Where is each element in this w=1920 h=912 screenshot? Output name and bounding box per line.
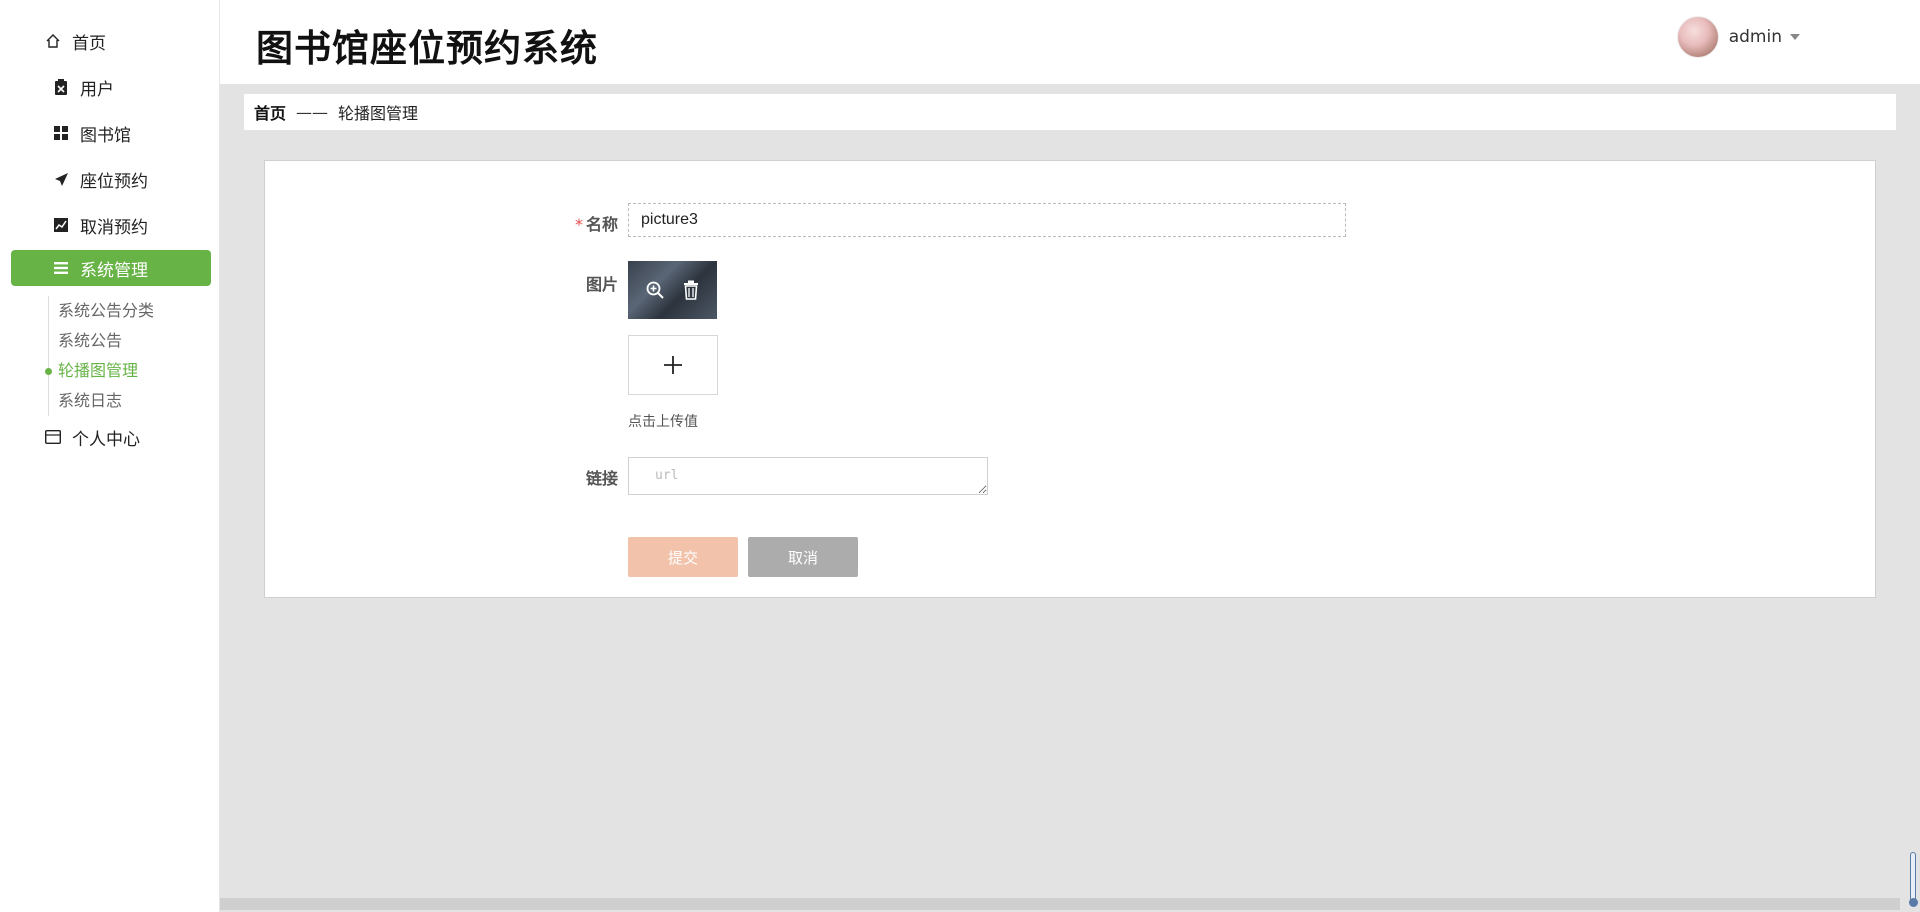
- sidebar: 首页 用户 图书馆 座位预约 取消预约 系统管理 系统公告分类 系统公告 轮播图…: [0, 0, 220, 912]
- submit-button[interactable]: 提交: [628, 537, 738, 577]
- menu-icon: [52, 259, 70, 277]
- submenu-item-notice[interactable]: 系统公告: [58, 329, 122, 353]
- submenu-item-carousel[interactable]: 轮播图管理: [58, 359, 138, 383]
- submenu-item-system-log[interactable]: 系统日志: [58, 389, 122, 413]
- sidebar-item-label: 个人中心: [72, 429, 140, 450]
- form-card: *名称 图片 点击上传值 链接 提交 取消: [264, 160, 1876, 598]
- zoom-in-icon[interactable]: [644, 279, 666, 301]
- sidebar-item-system-management[interactable]: 系统管理: [11, 250, 211, 286]
- breadcrumb: 首页 —— 轮播图管理: [244, 94, 1896, 130]
- plus-icon: [664, 356, 682, 374]
- sidebar-item-label: 座位预约: [80, 171, 148, 192]
- breadcrumb-separator: ——: [296, 102, 329, 122]
- link-label: 链接: [585, 469, 618, 488]
- breadcrumb-home[interactable]: 首页: [254, 100, 286, 124]
- username: admin: [1728, 27, 1782, 47]
- submenu-line: [48, 296, 49, 416]
- breadcrumb-current: 轮播图管理: [338, 104, 419, 123]
- trash-icon[interactable]: [680, 279, 702, 301]
- image-thumbnail: [628, 261, 717, 319]
- clipboard-icon: [52, 78, 70, 96]
- sidebar-item-label: 用户: [80, 79, 114, 100]
- home-icon: [44, 32, 62, 50]
- sidebar-item-label: 图书馆: [80, 125, 131, 146]
- submenu-item-notice-category[interactable]: 系统公告分类: [58, 299, 154, 323]
- upload-button[interactable]: [628, 335, 718, 395]
- avatar: [1676, 16, 1719, 58]
- sidebar-item-home[interactable]: 首页: [0, 22, 220, 60]
- sidebar-item-label: 系统管理: [80, 260, 148, 281]
- trend-chart-icon: [52, 216, 70, 234]
- sidebar-item-user[interactable]: 用户: [0, 68, 220, 106]
- image-label: 图片: [585, 275, 618, 294]
- name-input[interactable]: [628, 203, 1346, 237]
- active-dot: [45, 368, 52, 375]
- sidebar-item-label: 首页: [72, 33, 106, 54]
- top-header: 图书馆座位预约系统 admin: [220, 0, 1920, 84]
- user-menu[interactable]: admin: [1676, 16, 1800, 58]
- horizontal-scrollbar[interactable]: [220, 898, 1900, 910]
- link-textarea[interactable]: [628, 457, 988, 495]
- upload-tip: 点击上传值: [628, 414, 698, 430]
- cancel-button[interactable]: 取消: [748, 537, 858, 577]
- required-mark: *: [574, 215, 583, 234]
- sidebar-item-seat-reservation[interactable]: 座位预约: [0, 160, 220, 198]
- name-label: * 名称: [574, 215, 618, 234]
- sidebar-item-cancel-reservation[interactable]: 取消预约: [0, 206, 220, 244]
- sidebar-item-label: 取消预约: [80, 217, 148, 238]
- sidebar-item-profile[interactable]: 个人中心: [0, 418, 220, 456]
- vertical-scroll-thumb[interactable]: [1910, 852, 1916, 904]
- id-card-icon: [44, 428, 62, 446]
- caret-down-icon: [1790, 34, 1800, 40]
- grid-icon: [52, 124, 70, 142]
- app-title: 图书馆座位预约系统: [256, 27, 598, 70]
- scroll-indicator-dot: [1909, 898, 1918, 907]
- send-icon: [52, 170, 70, 188]
- sidebar-item-library[interactable]: 图书馆: [0, 114, 220, 152]
